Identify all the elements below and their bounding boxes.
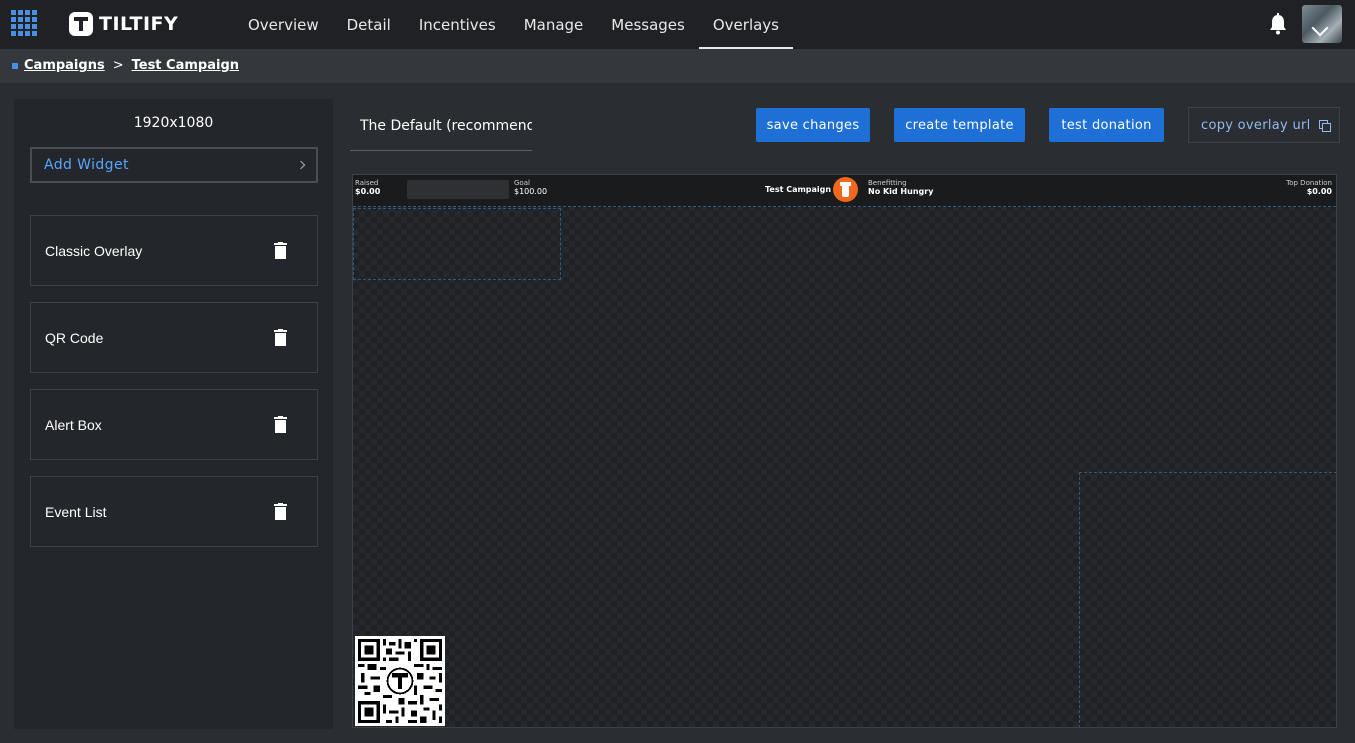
benefitting-value: No Kid Hungry [868,187,934,196]
widget-item-qr-code[interactable]: QR Code [30,302,318,373]
goal-label: Goal [514,179,530,187]
copy-overlay-url-button[interactable]: copy overlay url [1188,107,1340,143]
tiltify-logo-icon [69,12,93,36]
breadcrumb: Campaigns > Test Campaign [24,58,239,73]
goal-block: Goal $100.00 [514,179,547,196]
widget-item-event-list[interactable]: Event List [30,476,318,547]
no-kid-hungry-logo-icon [833,177,858,202]
breadcrumb-test-campaign[interactable]: Test Campaign [132,58,239,73]
brand-logo[interactable]: TILTIFY [69,11,178,37]
benefitting-label: Benefitting [868,179,907,187]
widget-item-alert-box[interactable]: Alert Box [30,389,318,460]
brand-name: TILTIFY [99,13,179,35]
tab-overlays[interactable]: Overlays [698,0,794,49]
widget-label: Event List [45,503,107,520]
trash-icon[interactable] [274,416,287,433]
top-donation-value: $0.00 [1306,187,1332,196]
apps-grid-icon[interactable] [11,10,37,36]
main-nav: Overview Detail Incentives Manage Messag… [234,0,794,49]
tab-incentives[interactable]: Incentives [405,0,510,49]
trash-icon[interactable] [274,329,287,346]
top-donation-block: Top Donation $0.00 [1286,179,1332,196]
tab-detail[interactable]: Detail [333,0,405,49]
copy-overlay-url-label: copy overlay url [1201,117,1311,133]
qr-code-icon[interactable] [355,636,445,726]
test-donation-button[interactable]: test donation [1049,108,1164,142]
tab-messages[interactable]: Messages [597,0,699,49]
template-name-input[interactable]: The Default (recommended) [350,108,532,151]
widget-label: Alert Box [45,416,102,433]
save-changes-button[interactable]: save changes [756,108,870,142]
chevron-right-icon [296,160,306,170]
tab-manage[interactable]: Manage [510,0,598,49]
trash-icon[interactable] [274,242,287,259]
trash-icon[interactable] [274,503,287,520]
add-widget-button[interactable]: Add Widget [30,147,318,183]
benefitting-block: Benefitting No Kid Hungry [868,179,933,196]
create-template-button[interactable]: create template [894,108,1025,142]
top-nav-bar: TILTIFY Overview Detail Incentives Manag… [0,0,1355,49]
breadcrumb-separator: > [112,58,124,73]
resolution-label: 1920x1080 [133,115,214,131]
top-donation-label: Top Donation [1286,179,1332,187]
campaign-name: Test Campaign [765,185,832,194]
raised-label: Raised [355,179,379,187]
widget-label: Classic Overlay [45,242,143,259]
event-list-widget[interactable] [1079,472,1336,727]
widget-label: QR Code [45,329,104,346]
breadcrumb-campaigns[interactable]: Campaigns [24,58,105,73]
chevron-down-icon[interactable] [1311,19,1329,37]
classic-overlay-widget[interactable]: Raised $0.00 Goal $100.00 Test Campaign … [353,175,1336,207]
copy-icon [1318,119,1331,132]
goal-value: $100.00 [514,187,548,196]
raised-value: $0.00 [355,187,381,196]
breadcrumb-marker [12,63,18,69]
bell-icon[interactable] [1268,13,1288,35]
alert-box-widget[interactable] [353,208,561,280]
progress-bar [407,180,509,199]
breadcrumb-bar: Campaigns > Test Campaign [0,49,1355,83]
add-widget-label: Add Widget [44,157,129,173]
tab-overview[interactable]: Overview [234,0,333,49]
widget-item-classic-overlay[interactable]: Classic Overlay [30,215,318,286]
widget-sidebar: 1920x1080 Add Widget Classic Overlay QR … [14,99,333,729]
user-avatar[interactable] [1302,5,1342,43]
raised-block: Raised $0.00 [355,179,380,196]
overlay-canvas[interactable]: Raised $0.00 Goal $100.00 Test Campaign … [352,174,1337,728]
